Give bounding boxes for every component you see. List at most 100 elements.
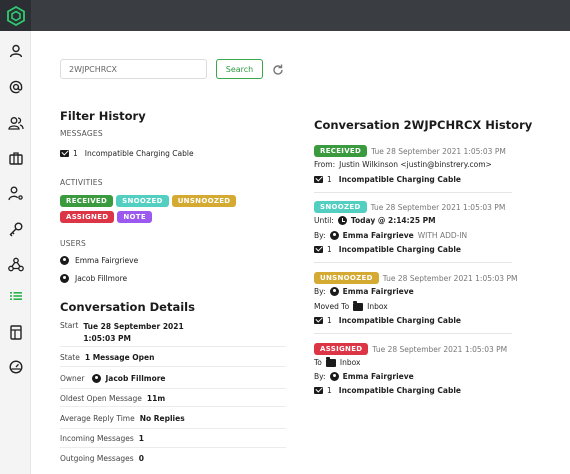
detail-value: 1 — [138, 433, 144, 443]
by-label: By: — [314, 287, 326, 296]
sidebar — [0, 31, 31, 474]
search-button[interactable]: Search — [216, 59, 263, 79]
moved-value: Inbox — [367, 302, 388, 311]
activity-unsnoozed-badge[interactable]: UNSNOOZED — [171, 195, 237, 207]
moved-label: Moved To — [314, 302, 350, 311]
messages-label: MESSAGES — [60, 129, 103, 138]
history-badge: RECEIVED — [314, 145, 368, 157]
history-by-row: By: Emma Fairgrieve — [314, 287, 414, 296]
message-subject: Incompatible Charging Cable — [338, 316, 462, 325]
detail-label: Oldest Open Message — [60, 393, 142, 403]
history-divider — [314, 262, 512, 263]
activity-snoozed-badge[interactable]: SNOOZED — [116, 195, 169, 207]
avatar-icon — [60, 256, 69, 265]
history-time: Tue 28 September 2021 1:05:03 PM — [382, 273, 518, 283]
mail-icon — [314, 176, 323, 183]
user-name: Jacob Fillmore — [75, 274, 128, 283]
history-by-row: By: Emma Fairgrieve WITH ADD-IN — [314, 231, 467, 240]
by-label: By: — [314, 231, 326, 240]
dashboard-icon[interactable] — [0, 355, 31, 379]
logo-icon[interactable] — [0, 0, 31, 31]
history-badge: SNOOZED — [314, 201, 367, 213]
activity-badges-row-1: RECEIVED SNOOZED UNSNOOZED — [60, 195, 237, 207]
history-time: Tue 28 September 2021 1:05:03 PM — [371, 146, 506, 156]
list-icon[interactable] — [0, 284, 31, 308]
report-icon[interactable] — [0, 320, 31, 344]
history-entry-header: RECEIVED Tue 28 September 2021 1:05:03 P… — [314, 145, 506, 157]
webhook-icon[interactable] — [0, 252, 31, 276]
detail-value: 11m — [146, 393, 166, 403]
message-subject: Incompatible Charging Cable — [338, 245, 462, 254]
history-message-row[interactable]: 1 Incompatible Charging Cable — [314, 316, 461, 325]
history-entry-header: ASSIGNED Tue 28 September 2021 1:05:03 P… — [314, 343, 507, 355]
activity-received-badge[interactable]: RECEIVED — [60, 195, 114, 207]
history-message-row[interactable]: 1 Incompatible Charging Cable — [314, 245, 461, 254]
detail-label: Incoming Messages — [60, 433, 134, 443]
filter-user-item[interactable]: Jacob Fillmore — [60, 274, 127, 283]
detail-label: Outgoing Messages — [60, 454, 134, 463]
start-time: 1:05:03 PM — [83, 334, 131, 343]
activities-label: ACTIVITIES — [60, 178, 103, 187]
key-icon[interactable] — [0, 217, 31, 241]
start-date: Tue 28 September 2021 — [83, 322, 184, 331]
conversation-details-title: Conversation Details — [60, 300, 195, 314]
message-count: 1 — [327, 245, 332, 254]
avatar-icon — [329, 372, 339, 381]
history-divider — [314, 333, 512, 334]
user-name: Emma Fairgrieve — [75, 256, 139, 265]
history-moved-row: Moved To Inbox — [314, 300, 388, 311]
detail-incoming-row: Incoming Messages 1 — [60, 429, 286, 448]
detail-value: 0 — [138, 454, 144, 463]
detail-label: State — [60, 353, 80, 362]
detail-value: No Replies — [139, 413, 185, 423]
detail-outgoing-row: Outgoing Messages 0 — [60, 449, 286, 468]
filter-message-item[interactable]: 1 Incompatible Charging Cable — [60, 149, 194, 158]
activity-note-badge[interactable]: NOTE — [117, 211, 152, 223]
user-icon[interactable] — [0, 39, 31, 63]
by-value: Emma Fairgrieve — [342, 231, 414, 240]
at-icon[interactable] — [0, 75, 31, 99]
to-label: To — [314, 358, 322, 367]
avatar-icon — [60, 274, 69, 283]
activity-assigned-badge[interactable]: ASSIGNED — [60, 211, 115, 223]
history-message-row[interactable]: 1 Incompatible Charging Cable — [314, 386, 461, 395]
detail-state-row: State 1 Message Open — [60, 349, 286, 367]
mail-icon — [314, 387, 323, 394]
message-count: 1 — [327, 175, 332, 184]
briefcase-icon[interactable] — [0, 146, 31, 170]
from-value: Justin Wilkinson <justin@binstrery.com> — [339, 160, 492, 169]
by-value: Emma Fairgrieve — [342, 372, 414, 381]
history-badge: UNSNOOZED — [314, 272, 379, 284]
clock-icon — [337, 216, 347, 225]
message-subject: Incompatible Charging Cable — [338, 386, 462, 395]
mail-icon — [314, 246, 323, 253]
refresh-icon[interactable] — [271, 62, 285, 76]
history-title: Conversation 2WJPCHRCX History — [314, 118, 533, 132]
history-badge: ASSIGNED — [314, 343, 369, 355]
user-settings-icon[interactable] — [0, 181, 31, 205]
users-icon[interactable] — [0, 111, 31, 135]
to-value: Inbox — [339, 358, 361, 367]
by-label: By: — [314, 372, 326, 381]
detail-start-row: Start Tue 28 September 2021 1:05:03 PM — [60, 320, 286, 347]
history-time: Tue 28 September 2021 1:05:03 PM — [372, 344, 508, 354]
message-count: 1 — [327, 386, 332, 395]
history-message-row[interactable]: 1 Incompatible Charging Cable — [314, 175, 461, 184]
detail-value: Tue 28 September 2021 1:05:03 PM — [83, 321, 183, 345]
from-label: From: — [314, 160, 336, 169]
folder-icon — [353, 300, 364, 311]
message-count: 1 — [327, 316, 332, 325]
users-label: USERS — [60, 239, 86, 248]
by-value: Emma Fairgrieve — [342, 287, 414, 296]
detail-value: 1 Message Open — [84, 353, 155, 362]
history-entry-header: UNSNOOZED Tue 28 September 2021 1:05:03 … — [314, 272, 517, 284]
until-label: Until: — [314, 216, 334, 225]
search-input[interactable] — [60, 59, 207, 79]
history-divider — [314, 192, 512, 193]
filter-user-item[interactable]: Emma Fairgrieve — [60, 256, 138, 265]
filter-history-title: Filter History — [60, 109, 146, 123]
message-subject: Incompatible Charging Cable — [338, 175, 462, 184]
detail-value: Jacob Fillmore — [105, 373, 166, 383]
avatar-icon — [329, 287, 339, 296]
mail-icon — [60, 150, 69, 157]
